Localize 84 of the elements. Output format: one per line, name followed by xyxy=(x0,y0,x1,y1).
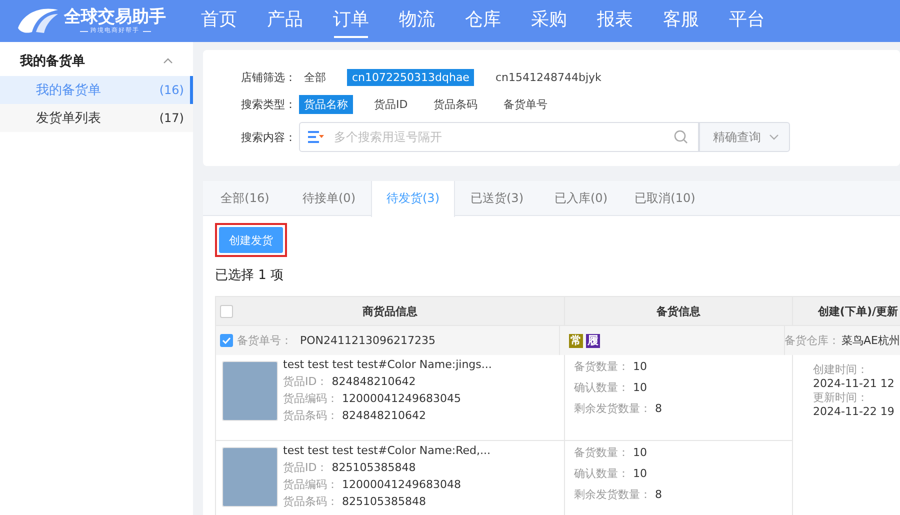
status-tab[interactable]: 已送货(3) xyxy=(455,181,539,215)
field-label: 货品条码： xyxy=(283,409,338,422)
sidebar-item[interactable]: 我的备货单 (16) xyxy=(0,76,193,104)
nav-item[interactable]: 报表 xyxy=(582,0,648,42)
field-label: 剩余发货数量： xyxy=(574,402,651,415)
status-tab[interactable]: 已入库(0) xyxy=(539,181,623,215)
field-value: 824848210642 xyxy=(342,409,426,422)
field-value: 12000041249683045 xyxy=(342,392,461,405)
field-value: 10 xyxy=(633,446,647,459)
filter-option[interactable]: 备货单号 xyxy=(498,95,553,114)
status-tab[interactable]: 待发货(3) xyxy=(371,181,455,217)
product-title[interactable]: test test test test#Color Name:jings... xyxy=(283,357,492,373)
nav-item[interactable]: 仓库 xyxy=(450,0,516,42)
product-title[interactable]: test test test test#Color Name:Red,... xyxy=(283,443,490,459)
filter-option[interactable]: 货品条码 xyxy=(428,95,483,114)
field-label: 备货数量： xyxy=(574,360,629,373)
photo-placeholder xyxy=(222,361,278,421)
nav-item[interactable]: 采购 xyxy=(516,0,582,42)
column-header: 备货信息 xyxy=(656,304,700,318)
field-label: 备货单号： xyxy=(237,333,292,348)
field-value: 10 xyxy=(633,381,647,394)
field-value: 825105385848 xyxy=(342,495,426,508)
nav-item[interactable]: 平台 xyxy=(714,0,780,42)
filter-option[interactable]: cn1541248744bjyk xyxy=(490,69,606,86)
logo-icon xyxy=(16,6,60,36)
filter-label: 搜索内容： xyxy=(241,130,293,144)
field-label: 货品编码： xyxy=(283,478,338,491)
field-label: 创建时间： xyxy=(813,363,869,376)
filter-label: 店铺筛选： xyxy=(241,70,293,85)
nav-item[interactable]: 首页 xyxy=(186,0,252,42)
warehouse-name: 菜鸟AE杭州 xyxy=(842,333,900,348)
field-value: 8 xyxy=(655,488,662,501)
order-tag: 履 xyxy=(586,334,600,348)
filter-label: 搜索类型： xyxy=(241,97,293,112)
field-value: 10 xyxy=(633,467,647,480)
nav-item[interactable]: 产品 xyxy=(252,0,318,42)
sidebar-item[interactable]: 发货单列表 (17) xyxy=(0,104,193,132)
sidebar-item-label: 发货单列表 xyxy=(36,110,101,127)
field-label: 货品ID： xyxy=(283,461,328,474)
row-checkbox[interactable] xyxy=(220,334,233,347)
logo-title: 全球交易助手 xyxy=(64,7,166,27)
search-field[interactable]: 多个搜索用逗号隔开 xyxy=(332,129,666,145)
field-value: 825105385848 xyxy=(332,461,416,474)
field-label: 货品编码： xyxy=(283,392,338,405)
sidebar-group-header[interactable]: 我的备货单 xyxy=(0,46,193,76)
field-label: 确认数量： xyxy=(574,467,629,480)
field-label: 货品条码： xyxy=(283,495,338,508)
field-label: 备货仓库： xyxy=(784,333,840,348)
status-tab[interactable]: 待接单(0) xyxy=(287,181,371,215)
column-header: 商货品信息 xyxy=(362,304,418,318)
filter-option[interactable]: cn1072250313dqhae xyxy=(347,69,474,86)
nav-item[interactable]: 物流 xyxy=(384,0,450,42)
timestamp: 2024-11-22 19 xyxy=(813,404,896,419)
selection-count: 已选择 1 项 xyxy=(215,267,285,284)
item-count: (16) xyxy=(159,83,184,97)
order-tag: 常 xyxy=(568,334,583,348)
field-label: 更新时间： xyxy=(813,391,869,404)
search-mode-dropdown[interactable]: 精确查询 xyxy=(699,122,790,152)
order-number: PON2411213096217235 xyxy=(300,334,436,347)
field-label: 备货数量： xyxy=(574,446,629,459)
field-value: 824848210642 xyxy=(332,375,416,388)
filter-option[interactable]: 全部 xyxy=(299,68,331,87)
field-value: 10 xyxy=(633,360,647,373)
list-icon xyxy=(308,131,324,143)
field-value: 8 xyxy=(655,402,662,415)
field-label: 确认数量： xyxy=(574,381,629,394)
photo-placeholder xyxy=(222,447,278,507)
chevron-down-icon xyxy=(769,134,779,140)
field-label: 货品ID： xyxy=(283,375,328,388)
nav-item[interactable]: 客服 xyxy=(648,0,714,42)
sidebar-item-label: 我的备货单 xyxy=(36,82,101,99)
item-count: (17) xyxy=(159,111,184,125)
search-icon xyxy=(674,130,688,144)
filter-option[interactable]: 货品名称 xyxy=(299,95,353,114)
filter-option[interactable]: 货品ID xyxy=(369,95,413,114)
timestamp: 2024-11-21 12 xyxy=(813,376,896,391)
status-tab[interactable]: 全部(16) xyxy=(203,181,287,215)
field-value: 12000041249683048 xyxy=(342,478,461,491)
status-tab[interactable]: 已取消(10) xyxy=(623,181,707,215)
column-header: 创建(下单)/更新 xyxy=(818,304,898,318)
create-shipment-button[interactable]: 创建发货 xyxy=(219,227,283,253)
select-all-checkbox[interactable] xyxy=(220,305,233,318)
field-label: 剩余发货数量： xyxy=(574,488,651,501)
search-box[interactable]: 多个搜索用逗号隔开 xyxy=(299,122,699,152)
